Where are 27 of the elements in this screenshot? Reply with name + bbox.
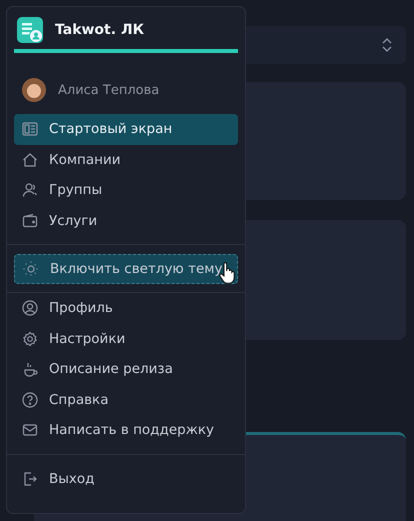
exit-icon xyxy=(22,470,38,487)
user-name: Алиса Теплова xyxy=(58,82,160,98)
house-icon xyxy=(22,152,38,168)
logo-icon xyxy=(17,17,43,43)
menu-item[interactable]: Описание релиза xyxy=(14,354,238,384)
help-icon xyxy=(22,392,38,408)
logout-item[interactable]: Выход xyxy=(14,464,238,494)
cup-icon xyxy=(22,361,38,378)
chevron-updown-icon xyxy=(382,37,392,53)
wallet-icon xyxy=(22,212,38,229)
sun-icon xyxy=(23,261,39,277)
settings-icon xyxy=(22,330,38,347)
menu-item[interactable]: Стартовый экран xyxy=(14,114,238,144)
envelope-icon xyxy=(22,422,38,438)
menu-item[interactable]: Написать в поддержку xyxy=(14,415,238,446)
menu-item[interactable]: Профиль xyxy=(14,293,238,324)
avatar xyxy=(22,78,46,102)
theme-toggle[interactable]: Включить светлую тему xyxy=(14,254,238,284)
menu-item[interactable]: Группы xyxy=(14,175,238,206)
menu-item[interactable]: Компании xyxy=(14,144,238,175)
users-icon xyxy=(22,182,38,198)
user-circle-icon xyxy=(22,300,38,316)
dashboard-icon xyxy=(22,121,38,138)
menu-item[interactable]: Настройки xyxy=(14,324,238,354)
app-title: Takwot. ЛК xyxy=(55,22,144,38)
menu-item[interactable]: Услуги xyxy=(14,206,238,236)
menu-item[interactable]: Справка xyxy=(14,384,238,415)
